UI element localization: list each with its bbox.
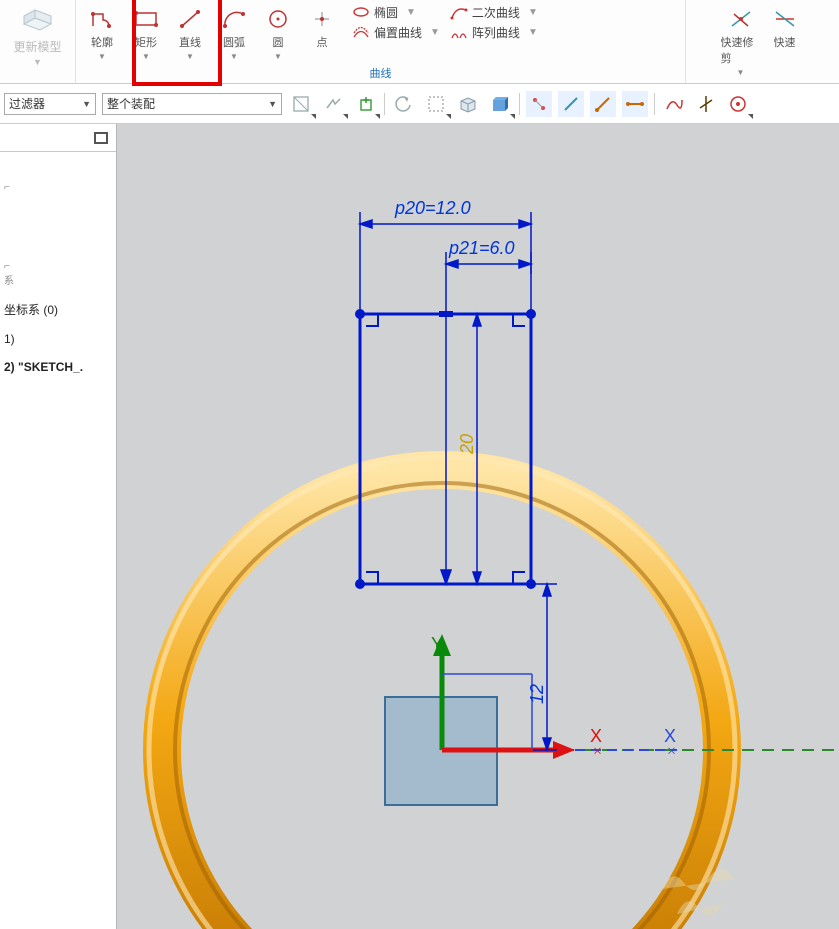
- window-icon[interactable]: [94, 132, 108, 144]
- tool-1[interactable]: [288, 91, 314, 117]
- offset-curve-label: 偏置曲线: [374, 24, 422, 41]
- tool-cube[interactable]: [487, 91, 513, 117]
- ribbon-group-trim: 快速修剪 ▼ 快速: [686, 0, 839, 83]
- dimension-p21[interactable]: [441, 252, 531, 584]
- filter-select-label: 过滤器: [9, 95, 45, 112]
- profile-button[interactable]: 轮廓 ▼: [82, 4, 122, 61]
- ellipse-button[interactable]: 椭圆 ▼: [352, 2, 440, 22]
- curves-group-label: 曲线: [370, 63, 392, 81]
- quick-more-label: 快速: [774, 34, 796, 50]
- x-axis-label: X: [590, 726, 602, 747]
- profile-icon: [87, 6, 117, 32]
- update-model-button[interactable]: 更新模型 ▼: [14, 0, 62, 67]
- tool-constraint-2[interactable]: [558, 91, 584, 117]
- update-model-label: 更新模型: [14, 38, 62, 55]
- pattern-curve-button[interactable]: 阵列曲线 ▼: [450, 22, 538, 42]
- dim-offset-text[interactable]: 12: [527, 684, 548, 704]
- tool-target-ic[interactable]: [725, 91, 751, 117]
- pattern-curve-icon: [450, 23, 468, 41]
- ribbon-group-update: 更新模型 ▼: [0, 0, 76, 83]
- rectangle-label: 矩形: [135, 34, 157, 50]
- quick-trim-label: 快速修剪: [721, 34, 761, 66]
- line-button[interactable]: 直线 ▼: [170, 4, 210, 61]
- update-model-icon: [20, 2, 56, 36]
- tool-undo[interactable]: [391, 91, 417, 117]
- point-label: 点: [317, 34, 328, 50]
- tool-constraint-4[interactable]: [622, 91, 648, 117]
- dim-p20-text[interactable]: p20=12.0: [395, 198, 471, 219]
- circle-button[interactable]: 圆 ▼: [258, 4, 298, 61]
- tool-axis-ic[interactable]: [693, 91, 719, 117]
- navigator-panel: ⌐ ⌐系 坐标系 (0) 1) 2) "SKETCH_.: [0, 124, 117, 929]
- ribbon-group-curves: 轮廓 ▼ 矩形 ▼ 直线 ▼ 圆弧: [76, 0, 686, 83]
- nav-item-1[interactable]: 1): [4, 332, 112, 346]
- filter-select[interactable]: 过滤器 ▼: [4, 93, 96, 115]
- y-axis-label: Y: [431, 634, 443, 655]
- offset-curve-icon: [352, 23, 370, 41]
- rectangle-button[interactable]: 矩形 ▼: [126, 4, 166, 61]
- ribbon: 更新模型 ▼ 轮廓 ▼ 矩形 ▼: [0, 0, 839, 84]
- ellipse-label: 椭圆: [374, 4, 398, 21]
- point-icon: [307, 6, 337, 32]
- tool-2[interactable]: [320, 91, 346, 117]
- nav-item-2[interactable]: 2) "SKETCH_.: [4, 360, 112, 374]
- tool-box[interactable]: [455, 91, 481, 117]
- nav-placeholder-1[interactable]: ⌐: [4, 182, 112, 193]
- circle-label: 圆: [273, 34, 284, 50]
- dim-height-text[interactable]: 20: [457, 434, 478, 454]
- profile-label: 轮廓: [91, 34, 113, 50]
- rectangle-icon: [131, 6, 161, 32]
- quick-more-button[interactable]: 快速: [765, 4, 805, 50]
- conic-button[interactable]: 二次曲线 ▼: [450, 2, 538, 22]
- assembly-select[interactable]: 整个装配 ▼: [102, 93, 282, 115]
- secondary-toolbar: 过滤器 ▼ 整个装配 ▼: [0, 84, 839, 124]
- line-icon: [175, 6, 205, 32]
- arc-button[interactable]: 圆弧 ▼: [214, 4, 254, 61]
- tool-add[interactable]: [352, 91, 378, 117]
- tool-curve-ic[interactable]: [661, 91, 687, 117]
- x-axis-label-2: X: [664, 726, 676, 747]
- quick-more-icon: [770, 6, 800, 32]
- quick-trim-button[interactable]: 快速修剪 ▼: [721, 4, 761, 77]
- circle-icon: [263, 6, 293, 32]
- nav-placeholder-2[interactable]: ⌐系: [4, 261, 112, 287]
- tool-select-rect[interactable]: [423, 91, 449, 117]
- graphics-canvas[interactable]: × ×: [117, 124, 839, 929]
- conic-icon: [450, 3, 468, 21]
- dim-p21-text[interactable]: p21=6.0: [449, 238, 515, 259]
- arc-icon: [219, 6, 249, 32]
- pattern-curve-label: 阵列曲线: [472, 24, 520, 41]
- work-area: ⌐ ⌐系 坐标系 (0) 1) 2) "SKETCH_.: [0, 124, 839, 929]
- quick-trim-icon: [726, 6, 756, 32]
- tool-constraint-3[interactable]: [590, 91, 616, 117]
- offset-curve-button[interactable]: 偏置曲线 ▼: [352, 22, 440, 42]
- line-label: 直线: [179, 34, 201, 50]
- arc-label: 圆弧: [223, 34, 245, 50]
- tool-constraint-1[interactable]: [526, 91, 552, 117]
- navigator-header: [0, 124, 116, 152]
- dimension-offset[interactable]: [533, 584, 557, 750]
- ellipse-icon: [352, 3, 370, 21]
- conic-label: 二次曲线: [472, 4, 520, 21]
- nav-coord[interactable]: 坐标系 (0): [4, 301, 112, 318]
- assembly-select-label: 整个装配: [107, 95, 155, 112]
- point-button[interactable]: 点: [302, 4, 342, 50]
